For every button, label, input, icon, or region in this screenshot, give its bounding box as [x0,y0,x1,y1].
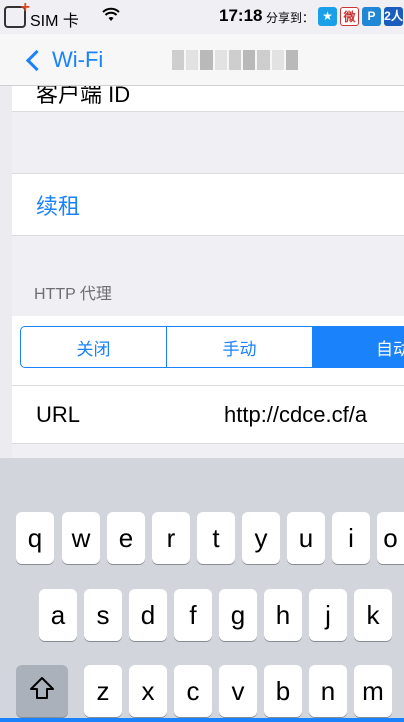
proxy-mode-control[interactable]: 关闭 手动 自动 [20,326,404,368]
renew-lease-label: 续租 [36,193,81,219]
http-proxy-header: HTTP 代理 [34,286,112,303]
proxy-url-row[interactable]: URL http://cdce.cf/a [12,386,404,444]
key-c[interactable]: c [174,665,212,717]
key-w[interactable]: w [62,512,100,564]
key-i[interactable]: i [332,512,370,564]
proxy-mode-row: 关闭 手动 自动 [12,316,404,386]
key-d[interactable]: d [129,589,167,641]
key-x[interactable]: x [129,665,167,717]
key-e[interactable]: e [107,512,145,564]
key-n[interactable]: n [309,665,347,717]
carrier-label: SIM 卡 [30,13,79,30]
network-settings: 客户端 ID 续租 HTTP 代理 关闭 手动 自动 URL http://cd… [12,86,404,458]
client-id-row[interactable]: 客户端 ID [12,86,404,112]
back-button[interactable]: Wi-Fi [24,42,103,78]
key-a[interactable]: a [39,589,77,641]
screen-bottom-accent [0,718,404,722]
key-u[interactable]: u [287,512,325,564]
navigation-bar: Wi-Fi [0,34,404,86]
key-m[interactable]: m [354,665,392,717]
proxy-mode-manual[interactable]: 手动 [167,327,313,367]
key-b[interactable]: b [264,665,302,717]
key-s[interactable]: s [84,589,122,641]
key-t[interactable]: t [197,512,235,564]
renew-lease-button[interactable]: 续租 [12,174,404,236]
key-y[interactable]: y [242,512,280,564]
qzone-icon[interactable]: ★ [318,7,337,26]
key-q[interactable]: q [16,512,54,564]
key-k[interactable]: k [354,589,392,641]
proxy-mode-auto[interactable]: 自动 [313,327,404,367]
weibo-icon[interactable]: 微 [340,7,359,26]
share-targets: ★ 微 P 2人 [318,7,403,26]
shift-icon [29,676,55,707]
url-label: URL [36,401,81,427]
key-r[interactable]: r [152,512,190,564]
key-g[interactable]: g [219,589,257,641]
url-input[interactable]: http://cdce.cf/a [224,402,367,428]
back-button-label: Wi-Fi [52,47,104,72]
key-h[interactable]: h [264,589,302,641]
key-j[interactable]: j [309,589,347,641]
share-app-icon [4,0,30,28]
section-gap [12,444,404,458]
renren-icon[interactable]: 2人 [384,7,403,26]
network-name-redacted [172,50,298,70]
key-f[interactable]: f [174,589,212,641]
key-v[interactable]: v [219,665,257,717]
status-time: 17:18 [219,6,263,25]
section-gap [12,112,404,174]
status-bar: SIM 卡 17:18 分享到： ★ 微 P 2人 [0,0,404,34]
keyboard: q w e r t y u i o a s d f g h j k z x c … [0,458,404,722]
client-id-label: 客户端 ID [36,86,131,107]
http-proxy-section-header: HTTP 代理 [12,236,404,316]
share-label: 分享到： [266,11,315,25]
shift-key[interactable] [16,665,68,717]
pp-icon[interactable]: P [362,7,381,26]
chevron-left-icon [25,49,48,71]
proxy-mode-off[interactable]: 关闭 [21,327,167,367]
wifi-signal-icon [102,7,120,28]
key-z[interactable]: z [84,665,122,717]
key-o[interactable]: o [377,512,404,564]
